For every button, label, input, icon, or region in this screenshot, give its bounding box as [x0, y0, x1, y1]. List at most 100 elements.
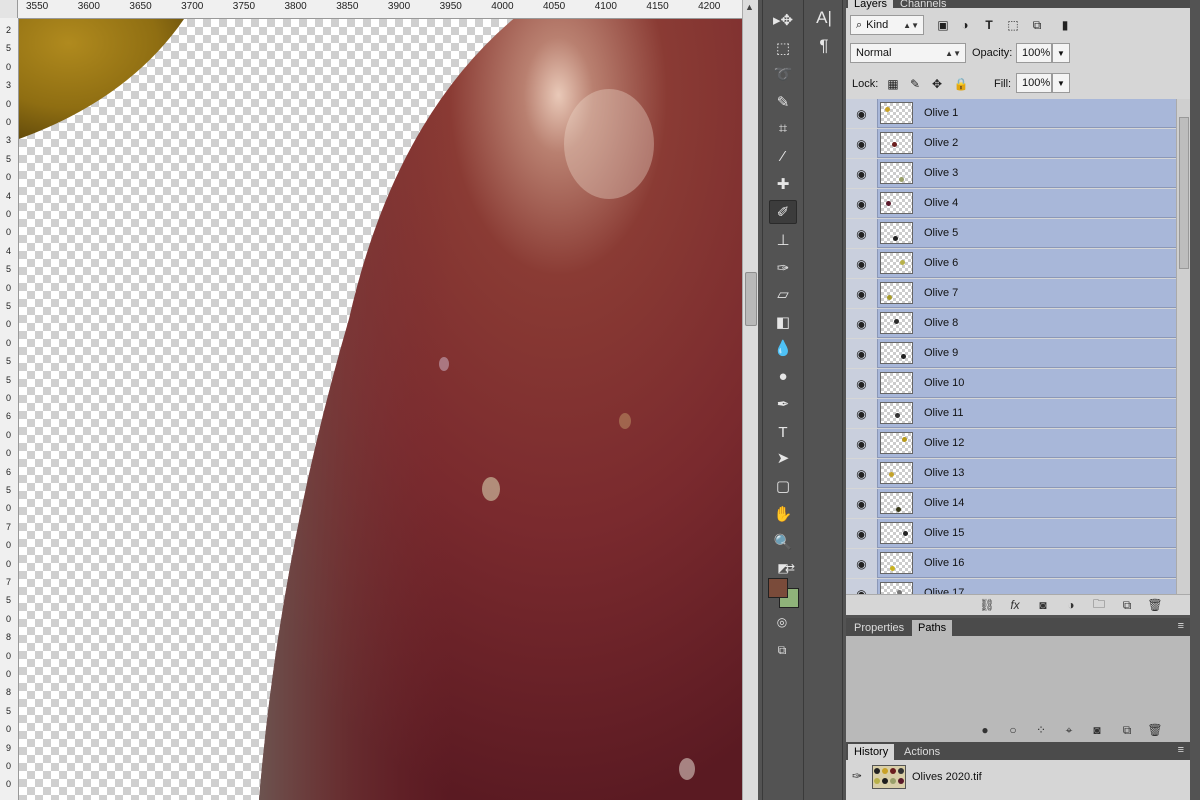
ruler-corner[interactable] — [0, 0, 18, 18]
scrollbar-thumb[interactable] — [745, 272, 757, 326]
layer-row[interactable]: ◉ Olive 10 — [846, 369, 1176, 398]
lock-transparent-pixels-icon[interactable]: ▦ — [884, 75, 902, 93]
gradient-tool-icon[interactable]: ◧ — [769, 310, 797, 334]
delete-path-trash-icon[interactable]: 🗑 — [1144, 721, 1166, 739]
brush-tool-icon[interactable]: ✐ — [769, 200, 797, 224]
new-layer-icon[interactable]: ⧉ — [1116, 596, 1138, 614]
scroll-up-arrow-icon[interactable]: ▲ — [745, 2, 754, 12]
new-path-icon[interactable]: ⧉ — [1116, 721, 1138, 739]
lasso-tool-icon[interactable]: ➰ — [769, 62, 797, 86]
history-snapshot-row[interactable]: ✑ Olives 2020.tif — [846, 762, 1190, 792]
paragraph-panel-icon[interactable]: ¶ — [811, 34, 837, 58]
visibility-eye-icon[interactable]: ◉ — [846, 579, 878, 594]
visibility-eye-icon[interactable]: ◉ — [846, 189, 878, 218]
lock-all-icon[interactable]: 🔒 — [952, 75, 970, 93]
blur-tool-icon[interactable]: 💧 — [769, 336, 797, 360]
layer-row[interactable]: ◉ Olive 2 — [846, 129, 1176, 158]
new-group-folder-icon[interactable]: 🗀 — [1088, 596, 1110, 614]
visibility-eye-icon[interactable]: ◉ — [846, 339, 878, 368]
layer-row[interactable]: ◉ Olive 1 — [846, 99, 1176, 128]
layer-row[interactable]: ◉ Olive 14 — [846, 489, 1176, 518]
lock-image-pixels-icon[interactable]: ✎ — [906, 75, 924, 93]
eraser-tool-icon[interactable]: ▱ — [769, 282, 797, 306]
marquee-tool-icon[interactable]: ⬚ — [769, 36, 797, 60]
fill-path-icon[interactable]: ● — [974, 721, 996, 739]
history-brush-tool-icon[interactable]: ✑ — [769, 256, 797, 280]
tab-channels[interactable]: Channels — [894, 0, 952, 11]
layer-row[interactable]: ◉ Olive 6 — [846, 249, 1176, 278]
stroke-path-icon[interactable]: ○ — [1002, 721, 1024, 739]
load-path-as-selection-icon[interactable]: ⁘ — [1030, 721, 1052, 739]
panel-menu-icon[interactable]: ≡ — [1178, 744, 1184, 756]
visibility-eye-icon[interactable]: ◉ — [846, 279, 878, 308]
visibility-eye-icon[interactable]: ◉ — [846, 399, 878, 428]
layer-row[interactable]: ◉ Olive 9 — [846, 339, 1176, 368]
zoom-tool-icon[interactable]: 🔍 — [769, 530, 797, 554]
visibility-eye-icon[interactable]: ◉ — [846, 159, 878, 188]
layer-row[interactable]: ◉ Olive 11 — [846, 399, 1176, 428]
layer-row[interactable]: ◉ Olive 13 — [846, 459, 1176, 488]
healing-brush-tool-icon[interactable]: ✚ — [769, 172, 797, 196]
history-brush-source-icon[interactable]: ✑ — [848, 767, 866, 785]
lock-position-icon[interactable]: ✥ — [928, 75, 946, 93]
tab-actions[interactable]: Actions — [898, 744, 946, 760]
filter-toggle-icon[interactable]: ▮ — [1056, 16, 1074, 34]
opacity-input[interactable]: 100% — [1016, 43, 1052, 63]
layer-row[interactable]: ◉ Olive 15 — [846, 519, 1176, 548]
tab-history[interactable]: History — [848, 744, 895, 760]
dodge-tool-icon[interactable]: ● — [769, 364, 797, 388]
make-work-path-icon[interactable]: ⌖ — [1058, 721, 1080, 739]
link-layers-icon[interactable]: ⛓ — [976, 596, 998, 614]
layer-filter-dropdown[interactable]: ⌕ Kind ▲▼ — [850, 15, 924, 35]
path-selection-tool-icon[interactable]: ➤ — [769, 446, 797, 470]
layer-row[interactable]: ◉ Olive 8 — [846, 309, 1176, 338]
tab-paths[interactable]: Paths — [912, 620, 953, 636]
pen-tool-icon[interactable]: ✒ — [769, 392, 797, 416]
visibility-eye-icon[interactable]: ◉ — [846, 309, 878, 338]
layer-row[interactable]: ◉ Olive 17 — [846, 579, 1176, 594]
move-tool-icon[interactable]: ▸✥ — [769, 8, 797, 32]
screen-mode-icon[interactable]: ⧉ — [775, 638, 789, 662]
blend-mode-dropdown[interactable]: Normal ▲▼ — [850, 43, 966, 63]
character-panel-icon[interactable]: A| — [811, 6, 837, 30]
type-tool-icon[interactable]: T — [769, 420, 797, 444]
quick-mask-icon[interactable]: ◎ — [775, 610, 789, 634]
document-canvas[interactable] — [19, 19, 742, 800]
layer-row[interactable]: ◉ Olive 4 — [846, 189, 1176, 218]
layer-style-fx-icon[interactable]: fx — [1004, 596, 1026, 614]
visibility-eye-icon[interactable]: ◉ — [846, 129, 878, 158]
opacity-dropdown-button[interactable]: ▼ — [1052, 43, 1070, 63]
filter-shape-icon[interactable]: ⬚ — [1004, 16, 1022, 34]
swap-colors-icon[interactable]: ⇄ — [783, 556, 797, 580]
foreground-color-swatch[interactable] — [768, 578, 788, 598]
visibility-eye-icon[interactable]: ◉ — [846, 369, 878, 398]
tab-properties[interactable]: Properties — [848, 620, 910, 636]
layer-row[interactable]: ◉ Olive 5 — [846, 219, 1176, 248]
add-mask-icon[interactable]: ◙ — [1086, 721, 1108, 739]
new-adjustment-layer-icon[interactable]: ◑ — [1060, 596, 1082, 614]
fill-input[interactable]: 100% — [1016, 73, 1052, 93]
fill-dropdown-button[interactable]: ▼ — [1052, 73, 1070, 93]
filter-pixel-icon[interactable]: ▣ — [934, 16, 952, 34]
filter-type-icon[interactable]: T — [980, 16, 998, 34]
layer-row[interactable]: ◉ Olive 16 — [846, 549, 1176, 578]
scrollbar-thumb[interactable] — [1179, 117, 1189, 269]
visibility-eye-icon[interactable]: ◉ — [846, 99, 878, 128]
layer-list-scrollbar[interactable] — [1176, 99, 1190, 594]
layer-row[interactable]: ◉ Olive 12 — [846, 429, 1176, 458]
filter-smart-object-icon[interactable]: ⧉ — [1028, 16, 1046, 34]
clone-stamp-tool-icon[interactable]: ⊥ — [769, 228, 797, 252]
filter-adjustment-icon[interactable]: ◑ — [956, 16, 974, 34]
tab-layers[interactable]: Layers — [848, 0, 894, 11]
canvas-vertical-scrollbar[interactable]: ▲ — [742, 0, 758, 800]
crop-tool-icon[interactable]: ⌗ — [769, 116, 797, 140]
visibility-eye-icon[interactable]: ◉ — [846, 219, 878, 248]
visibility-eye-icon[interactable]: ◉ — [846, 549, 878, 578]
layer-row[interactable]: ◉ Olive 3 — [846, 159, 1176, 188]
visibility-eye-icon[interactable]: ◉ — [846, 249, 878, 278]
layer-row[interactable]: ◉ Olive 7 — [846, 279, 1176, 308]
visibility-eye-icon[interactable]: ◉ — [846, 489, 878, 518]
visibility-eye-icon[interactable]: ◉ — [846, 519, 878, 548]
shape-tool-icon[interactable]: ▢ — [769, 474, 797, 498]
panel-menu-icon[interactable]: ≡ — [1178, 620, 1184, 632]
